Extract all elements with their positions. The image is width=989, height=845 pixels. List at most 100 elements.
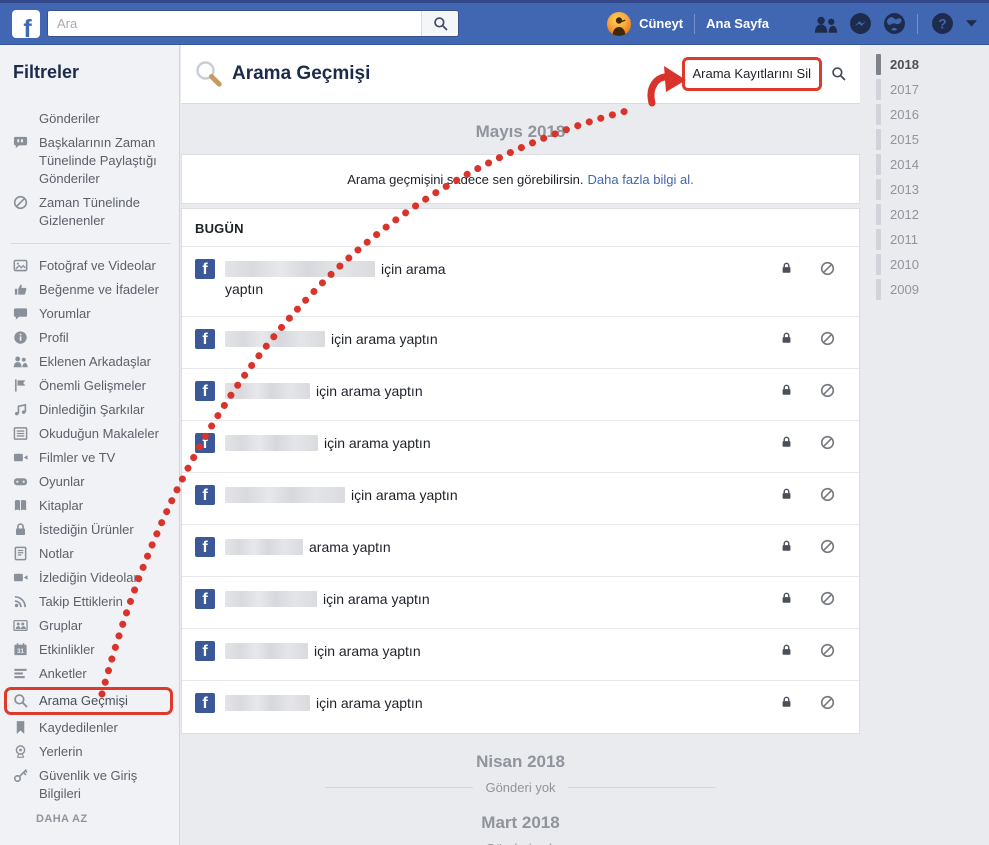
- friend-requests-icon[interactable]: [814, 15, 838, 33]
- sidebar-item-label: Filmler ve TV: [39, 450, 116, 465]
- show-less-button[interactable]: DAHA AZ: [13, 813, 173, 825]
- sidebar-item-label: Arama Geçmişi: [39, 693, 128, 708]
- year-item[interactable]: 2015: [861, 127, 989, 152]
- delete-search-records-button[interactable]: Arama Kayıtlarını Sil: [693, 66, 812, 81]
- sidebar-item-fotograf-ve-videolar[interactable]: Fotoğraf ve Videolar: [13, 254, 173, 278]
- hide-entry-icon[interactable]: [820, 643, 835, 658]
- privacy-text: Arama geçmişini sadece sen görebilirsin.: [347, 171, 584, 187]
- search-button[interactable]: [421, 11, 458, 36]
- sidebar-item-icon: [13, 281, 39, 297]
- global-search-box: [47, 10, 459, 37]
- sidebar-item-arama-gecmisi[interactable]: Arama Geçmişi: [4, 687, 173, 715]
- year-item[interactable]: 2010: [861, 252, 989, 277]
- hide-entry-icon[interactable]: [820, 435, 835, 450]
- privacy-lock-icon[interactable]: [780, 539, 793, 553]
- sidebar-item-baskalarinin-paylastigi[interactable]: Başkalarının Zaman Tünelinde Paylaştığı …: [13, 131, 173, 191]
- sidebar-item-icon: [13, 593, 39, 609]
- year-item[interactable]: 2012: [861, 202, 989, 227]
- sidebar-item-filmler-ve-tv[interactable]: Filmler ve TV: [13, 446, 173, 470]
- year-item[interactable]: 2011: [861, 227, 989, 252]
- sidebar-item-onemli-gelismeler[interactable]: Önemli Gelişmeler: [13, 374, 173, 398]
- account-menu-caret-icon[interactable]: [966, 20, 977, 27]
- hide-entry-icon[interactable]: [820, 383, 835, 398]
- search-query-redacted: [225, 539, 303, 555]
- sidebar-item-etkinlikler[interactable]: Etkinlikler: [13, 638, 173, 662]
- sidebar-item-oyunlar[interactable]: Oyunlar: [13, 470, 173, 494]
- sidebar-item-kaydedilenler[interactable]: Kaydedilenler: [13, 716, 173, 740]
- year-item[interactable]: 2017: [861, 77, 989, 102]
- year-label: 2014: [890, 157, 919, 172]
- sidebar-item-kitaplar[interactable]: Kitaplar: [13, 494, 173, 518]
- year-item[interactable]: 2013: [861, 177, 989, 202]
- help-icon[interactable]: [931, 12, 954, 35]
- privacy-lock-icon[interactable]: [780, 261, 793, 275]
- profile-link[interactable]: Cüneyt: [639, 16, 683, 31]
- year-label: 2013: [890, 182, 919, 197]
- sidebar-item-anketler[interactable]: Anketler: [13, 662, 173, 686]
- sidebar-item-izledigin-videolar[interactable]: İzlediğin Videolar: [13, 566, 173, 590]
- year-item[interactable]: 2014: [861, 152, 989, 177]
- sidebar-item-yerlerin[interactable]: Yerlerin: [13, 740, 173, 764]
- messenger-icon[interactable]: [849, 12, 872, 35]
- facebook-logo[interactable]: f: [12, 9, 40, 41]
- sidebar-item-gruplar[interactable]: Gruplar: [13, 614, 173, 638]
- sidebar-item-eklenen-arkadaslar[interactable]: Eklenen Arkadaşlar: [13, 350, 173, 374]
- sidebar-item-gonderiler[interactable]: Gönderiler: [13, 107, 173, 131]
- sidebar-item-label: Kaydedilenler: [39, 720, 118, 735]
- row-action-text: için arama yaptın: [316, 383, 423, 399]
- year-label: 2010: [890, 257, 919, 272]
- sidebar-item-dinledigin-sarkilar[interactable]: Dinlediğin Şarkılar: [13, 398, 173, 422]
- learn-more-link[interactable]: Daha fazla bilgi al.: [588, 172, 694, 187]
- sidebar-item-label: Eklenen Arkadaşlar: [39, 354, 152, 369]
- year-label: 2009: [890, 282, 919, 297]
- privacy-lock-icon[interactable]: [780, 591, 793, 605]
- hide-entry-icon[interactable]: [820, 487, 835, 502]
- home-link[interactable]: Ana Sayfa: [706, 16, 769, 31]
- hide-entry-icon[interactable]: [820, 539, 835, 554]
- avatar[interactable]: [607, 11, 632, 36]
- note-line: [325, 787, 474, 788]
- year-item[interactable]: 2018: [861, 52, 989, 77]
- sidebar-item-gizlenenler[interactable]: Zaman Tünelinde Gizlenenler: [13, 191, 173, 233]
- sidebar-top-list: Gönderiler Başkalarının Zaman Tünelinde …: [13, 107, 173, 233]
- privacy-lock-icon[interactable]: [780, 643, 793, 657]
- search-history-icon: [196, 61, 222, 87]
- privacy-lock-icon[interactable]: [780, 487, 793, 501]
- sidebar-item-begenme-ve-ifadeler[interactable]: Beğenme ve İfadeler: [13, 278, 173, 302]
- sidebar-item-profil[interactable]: Profil: [13, 326, 173, 350]
- row-text: için arama yaptın: [225, 381, 477, 401]
- sidebar-item-okudugun-makaleler[interactable]: Okuduğun Makaleler: [13, 422, 173, 446]
- sidebar-item-istedigin-urunler[interactable]: İstediğin Ürünler: [13, 518, 173, 542]
- sidebar-item-guvenlik-ve-giris[interactable]: Güvenlik ve Giriş Bilgileri: [13, 764, 173, 806]
- year-item[interactable]: 2009: [861, 277, 989, 302]
- search-in-history-icon[interactable]: [831, 66, 846, 81]
- facebook-app-icon: f: [195, 259, 215, 279]
- sidebar-item-label: Dinlediğin Şarkılar: [39, 402, 145, 417]
- sidebar-item-label: Yorumlar: [39, 306, 91, 321]
- search-query-redacted: [225, 487, 345, 503]
- hide-entry-icon[interactable]: [820, 591, 835, 606]
- year-item[interactable]: 2016: [861, 102, 989, 127]
- year-tick: [876, 179, 881, 200]
- privacy-lock-icon[interactable]: [780, 695, 793, 709]
- sidebar-item-yorumlar[interactable]: Yorumlar: [13, 302, 173, 326]
- notifications-globe-icon[interactable]: [883, 12, 906, 35]
- navbar-divider: [694, 13, 696, 34]
- year-tick: [876, 54, 881, 75]
- hide-entry-icon[interactable]: [820, 261, 835, 276]
- hide-entry-icon[interactable]: [820, 695, 835, 710]
- year-tick: [876, 229, 881, 250]
- privacy-lock-icon[interactable]: [780, 331, 793, 345]
- privacy-lock-icon[interactable]: [780, 435, 793, 449]
- search-input[interactable]: [48, 11, 421, 36]
- sidebar-item-label: Önemli Gelişmeler: [39, 378, 146, 393]
- sidebar-item-notlar[interactable]: Notlar: [13, 542, 173, 566]
- sidebar-item-label: Zaman Tünelinde Gizlenenler: [39, 195, 140, 228]
- search-history-row: f için arama yaptın: [182, 317, 859, 369]
- privacy-lock-icon[interactable]: [780, 383, 793, 397]
- sidebar-item-takip-ettiklerin[interactable]: Takip Ettiklerin: [13, 590, 173, 614]
- hide-entry-icon[interactable]: [820, 331, 835, 346]
- search-history-row: f için arama yaptın: [182, 247, 859, 317]
- row-text: için arama yaptın: [225, 433, 477, 453]
- no-posts-note: Gönderi yok: [181, 841, 860, 845]
